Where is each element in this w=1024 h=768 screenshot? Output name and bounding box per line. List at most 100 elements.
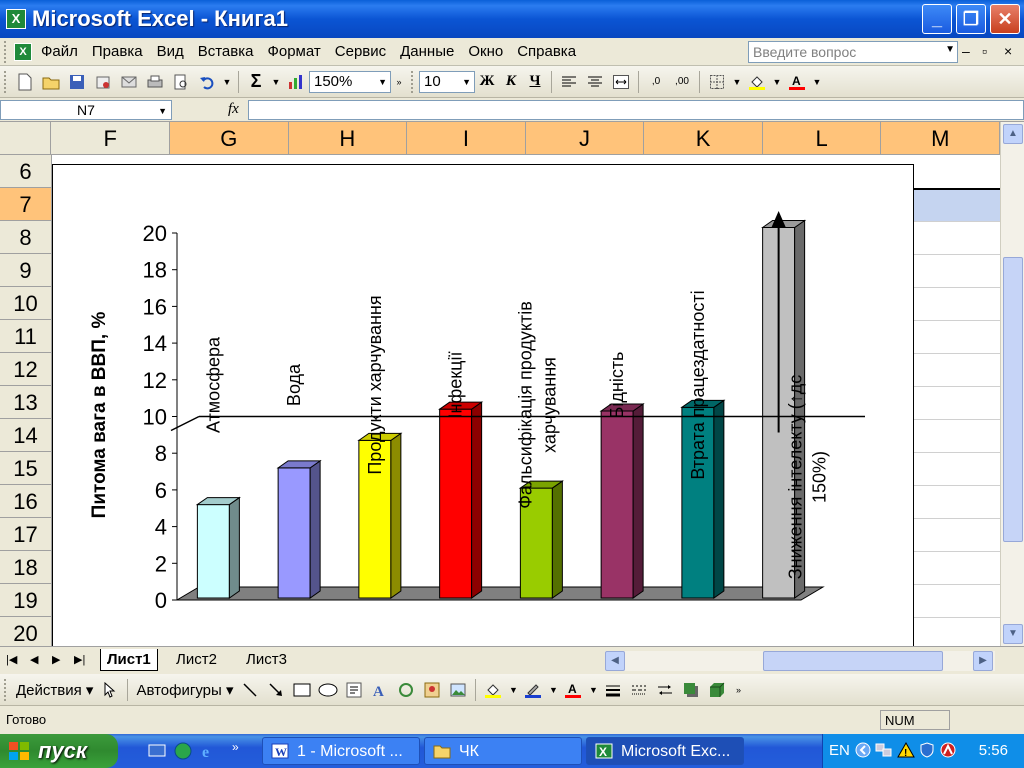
new-icon[interactable]: [14, 71, 36, 93]
name-box[interactable]: N7 ▼: [0, 100, 172, 120]
open-icon[interactable]: [40, 71, 62, 93]
last-sheet-icon[interactable]: ▶|: [74, 653, 85, 666]
doc-restore-button[interactable]: ▫: [982, 43, 987, 59]
first-sheet-icon[interactable]: |◀: [6, 653, 17, 666]
menu-format[interactable]: Формат: [260, 43, 327, 60]
bold-button[interactable]: Ж: [475, 71, 499, 93]
line-icon[interactable]: [239, 679, 261, 701]
permission-icon[interactable]: [92, 71, 114, 93]
menu-file[interactable]: Файл: [34, 43, 85, 60]
row-header[interactable]: 13: [0, 386, 52, 419]
autoshapes-menu[interactable]: Автофигуры ▾: [132, 681, 237, 699]
column-header-l[interactable]: L: [762, 122, 882, 155]
decrease-decimal-icon[interactable]: ,00: [671, 71, 693, 93]
font-color-icon[interactable]: A: [562, 679, 584, 701]
next-sheet-icon[interactable]: ▶: [52, 653, 60, 666]
menu-view[interactable]: Вид: [150, 43, 191, 60]
taskbar-item-excel[interactable]: X Microsoft Exc...: [586, 737, 744, 765]
fill-color-icon[interactable]: [746, 71, 768, 93]
sheet-tab-2[interactable]: Лист2: [170, 649, 223, 671]
chevron-down-icon[interactable]: ▼: [508, 679, 518, 701]
italic-button[interactable]: К: [499, 71, 523, 93]
chevron-down-icon[interactable]: ▼: [222, 71, 232, 93]
formula-input[interactable]: [248, 100, 1024, 120]
toolbar-grip[interactable]: [4, 70, 8, 93]
underline-button[interactable]: Ч: [523, 71, 547, 93]
chevron-down-icon[interactable]: ▼: [158, 106, 167, 116]
toolbar-options-icon[interactable]: »: [393, 71, 405, 93]
chevron-down-icon[interactable]: ▼: [588, 679, 598, 701]
line-style-icon[interactable]: [602, 679, 624, 701]
close-button[interactable]: ✕: [990, 4, 1020, 34]
row-header[interactable]: 12: [0, 353, 52, 386]
font-color-icon[interactable]: A: [786, 71, 808, 93]
vertical-scrollbar[interactable]: ▲ ▼: [1000, 122, 1024, 646]
merge-center-icon[interactable]: [610, 71, 632, 93]
fill-color-icon[interactable]: [482, 679, 504, 701]
menu-help[interactable]: Справка: [510, 43, 583, 60]
toolbar-grip[interactable]: [411, 70, 415, 93]
autosum-icon[interactable]: Σ: [245, 71, 267, 93]
row-header[interactable]: 16: [0, 485, 52, 518]
column-header-k[interactable]: K: [644, 122, 763, 155]
row-header[interactable]: 18: [0, 551, 52, 584]
chevron-down-icon[interactable]: ▼: [548, 679, 558, 701]
chevron-down-icon[interactable]: ▼: [378, 77, 387, 87]
row-header[interactable]: 8: [0, 221, 52, 254]
sheet-tab-1[interactable]: Лист1: [100, 649, 158, 671]
start-button[interactable]: пуск: [0, 734, 118, 768]
quick-launch-expand-icon[interactable]: »: [232, 740, 239, 754]
globe-icon[interactable]: [172, 740, 194, 762]
toolbar-grip[interactable]: [4, 678, 8, 701]
column-header-j[interactable]: J: [525, 122, 645, 155]
document-icon[interactable]: X: [14, 42, 32, 61]
column-header-i[interactable]: I: [407, 122, 526, 155]
borders-icon[interactable]: [706, 71, 728, 93]
align-center-icon[interactable]: [584, 71, 606, 93]
language-indicator[interactable]: EN: [829, 742, 850, 759]
menu-insert[interactable]: Вставка: [191, 43, 261, 60]
scroll-down-button[interactable]: ▼: [1003, 624, 1023, 644]
select-all-corner[interactable]: [0, 122, 52, 155]
chevron-down-icon[interactable]: ▼: [812, 71, 822, 93]
sheet-tab-3[interactable]: Лист3: [240, 649, 293, 671]
row-header[interactable]: 19: [0, 584, 52, 617]
column-header-m[interactable]: M: [881, 122, 1000, 155]
toolbar-options-icon[interactable]: »: [732, 679, 744, 701]
prev-sheet-icon[interactable]: ◀: [30, 653, 38, 666]
zoom-select[interactable]: 150% ▼: [309, 70, 391, 93]
diagram-icon[interactable]: [395, 679, 417, 701]
taskbar-item-folder[interactable]: ЧК: [424, 737, 582, 765]
chevron-down-icon[interactable]: ▼: [462, 77, 471, 87]
security-shield-icon[interactable]: [919, 742, 935, 758]
oval-icon[interactable]: [317, 679, 339, 701]
clipart-icon[interactable]: [421, 679, 443, 701]
email-icon[interactable]: [118, 71, 140, 93]
wordart-icon[interactable]: A: [369, 679, 391, 701]
network-icon[interactable]: [875, 742, 893, 758]
rectangle-icon[interactable]: [291, 679, 313, 701]
desktop-icon[interactable]: [146, 740, 168, 762]
maximize-button[interactable]: ❐: [956, 4, 986, 34]
row-header[interactable]: 6: [0, 155, 52, 188]
shadow-icon[interactable]: [680, 679, 702, 701]
chevron-down-icon[interactable]: ▼: [945, 44, 955, 55]
row-header[interactable]: 10: [0, 287, 52, 320]
menu-tools[interactable]: Сервис: [328, 43, 393, 60]
function-icon[interactable]: fx: [228, 101, 239, 118]
minimize-button[interactable]: _: [922, 4, 952, 34]
textbox-icon[interactable]: [343, 679, 365, 701]
align-left-icon[interactable]: [558, 71, 580, 93]
internet-explorer-icon[interactable]: e: [198, 740, 220, 762]
menu-edit[interactable]: Правка: [85, 43, 150, 60]
picture-icon[interactable]: [447, 679, 469, 701]
row-header-selected[interactable]: 7: [0, 188, 52, 221]
menu-grip[interactable]: [4, 40, 8, 63]
actions-menu[interactable]: Действия ▾: [12, 681, 97, 699]
help-search-input[interactable]: Введите вопрос ▼: [748, 41, 958, 63]
embedded-chart[interactable]: 0 2 4 6 8 10 12 14 16 18 20 Питома вага в ВВП, % Атм…: [52, 164, 914, 646]
undo-icon[interactable]: [196, 71, 218, 93]
font-size-select[interactable]: 10 ▼: [419, 70, 475, 93]
chevron-down-icon[interactable]: ▼: [772, 71, 782, 93]
scroll-up-button[interactable]: ▲: [1003, 124, 1023, 144]
